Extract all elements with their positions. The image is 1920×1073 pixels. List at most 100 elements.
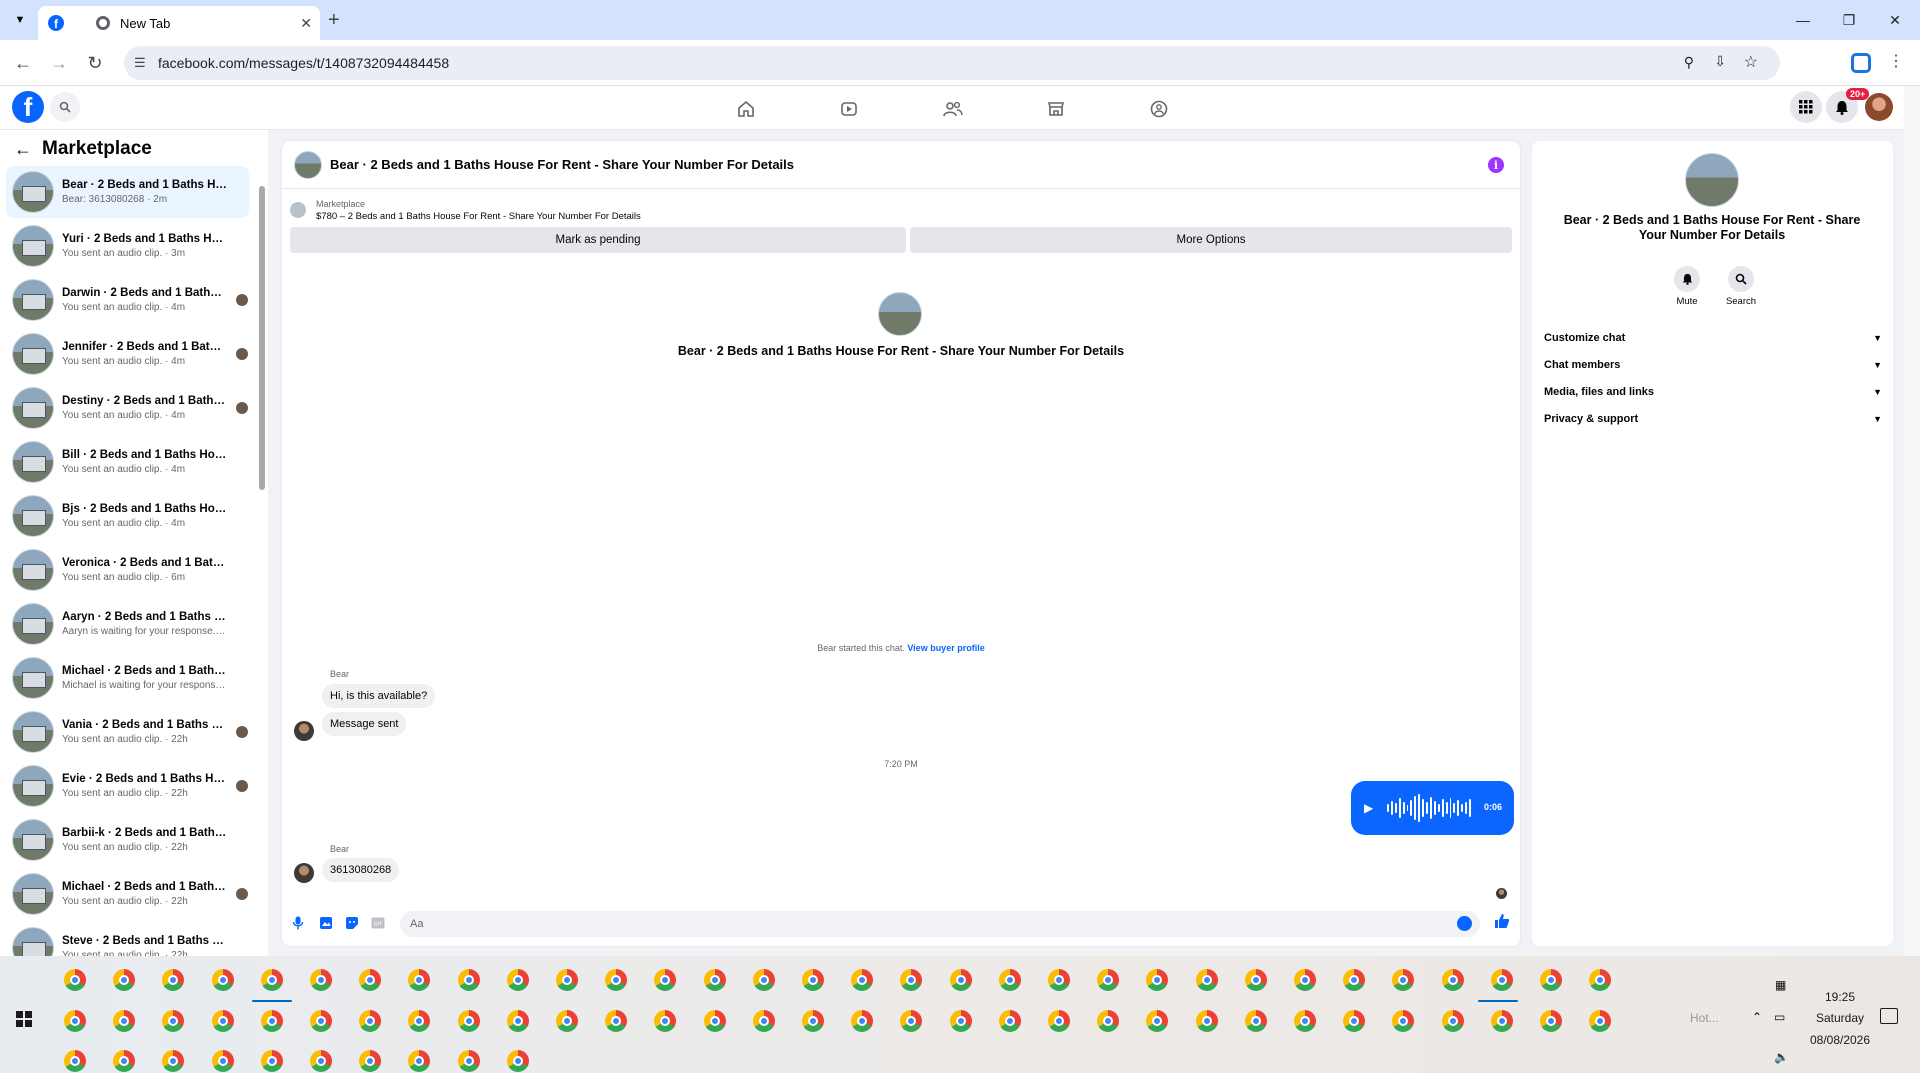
chrome-taskbar-icon[interactable] [457, 1050, 480, 1072]
chrome-taskbar-icon[interactable] [556, 969, 578, 991]
chrome-taskbar-icon[interactable] [752, 969, 775, 991]
chrome-taskbar-icon[interactable] [113, 969, 136, 991]
chrome-taskbar-icon[interactable] [211, 969, 234, 991]
windows-start-icon[interactable] [16, 1011, 32, 1027]
chrome-taskbar-icon[interactable] [1294, 1010, 1316, 1032]
chrome-taskbar-icon[interactable] [1195, 969, 1218, 991]
chrome-taskbar-icon[interactable] [64, 969, 86, 991]
chrome-taskbar-icon[interactable] [605, 969, 628, 991]
forward-icon[interactable]: → [44, 48, 74, 78]
microphone-icon[interactable] [290, 915, 306, 931]
chrome-taskbar-icon[interactable] [457, 969, 480, 991]
chrome-taskbar-icon[interactable] [802, 1010, 824, 1032]
clock-time[interactable]: 19:25 [1800, 990, 1880, 1004]
conversation-item[interactable]: Darwin · 2 Beds and 1 Baths House For Re… [6, 274, 249, 326]
more-options-button[interactable]: More Options [910, 227, 1512, 253]
menu-grid-icon[interactable] [1790, 91, 1822, 123]
conversation-item[interactable]: Vania · 2 Beds and 1 Baths House For Ren… [6, 706, 249, 758]
chrome-taskbar-icon[interactable] [654, 969, 677, 991]
chrome-taskbar-icon[interactable] [1540, 969, 1562, 991]
facebook-logo[interactable]: f [12, 91, 44, 123]
chrome-taskbar-icon[interactable] [1097, 1010, 1120, 1032]
chrome-taskbar-icon[interactable] [703, 969, 726, 991]
conversation-item[interactable]: Bill · 2 Beds and 1 Baths House For Rent… [6, 436, 249, 488]
chrome-taskbar-icon[interactable] [1048, 1010, 1070, 1032]
message-bubble[interactable]: 3613080268 [322, 858, 400, 882]
chrome-taskbar-icon[interactable] [359, 1050, 382, 1072]
chrome-taskbar-icon[interactable] [1441, 969, 1464, 991]
marketplace-icon[interactable] [1045, 98, 1067, 120]
chrome-taskbar-icon[interactable] [260, 1010, 283, 1032]
chrome-taskbar-icon[interactable] [998, 1010, 1021, 1032]
tab-new-tab[interactable]: New Tab ✕ [86, 6, 322, 40]
task-view-icon[interactable]: ▦ [1775, 978, 1786, 992]
chrome-taskbar-icon[interactable] [408, 1050, 431, 1072]
chrome-taskbar-icon[interactable] [556, 1010, 578, 1032]
chrome-taskbar-icon[interactable] [1146, 969, 1169, 991]
conversation-item[interactable]: Michael · 2 Beds and 1 Baths House For R… [6, 652, 249, 704]
chrome-taskbar-icon[interactable] [359, 1010, 382, 1032]
info-avatar[interactable] [1685, 153, 1739, 207]
conversation-item[interactable]: Barbii-k · 2 Beds and 1 Baths House For … [6, 814, 249, 866]
install-icon[interactable]: ⇩ [1714, 53, 1726, 70]
info-icon[interactable]: i [1488, 157, 1504, 173]
chrome-taskbar-icon[interactable] [802, 969, 824, 991]
conversation-item[interactable]: Yuri · 2 Beds and 1 Baths House For Rent… [6, 220, 249, 272]
conversation-item[interactable]: Veronica · 2 Beds and 1 Baths House For … [6, 544, 249, 596]
close-tab-icon[interactable]: ✕ [300, 15, 312, 32]
audio-message[interactable]: ▶ 0:06 [1351, 781, 1514, 835]
chrome-taskbar-icon[interactable] [1441, 1010, 1464, 1032]
chrome-taskbar-icon[interactable] [949, 1010, 972, 1032]
site-info-icon[interactable]: ☰ [134, 55, 146, 71]
chrome-taskbar-icon[interactable] [1589, 1010, 1612, 1032]
chrome-taskbar-icon[interactable] [310, 969, 332, 991]
chrome-taskbar-icon[interactable] [113, 1050, 136, 1072]
chrome-taskbar-icon[interactable] [1244, 969, 1267, 991]
message-bubble[interactable]: Hi, is this available? [322, 684, 436, 708]
chrome-taskbar-icon[interactable] [752, 1010, 775, 1032]
chrome-taskbar-icon[interactable] [851, 1010, 874, 1032]
restore-button[interactable]: ❐ [1826, 0, 1872, 40]
address-bar[interactable]: ☰ facebook.com/messages/t/14087320944844… [124, 46, 1780, 80]
show-hidden-icons-icon[interactable]: ⌃ [1752, 1010, 1762, 1024]
network-icon[interactable]: ▭ [1774, 1010, 1785, 1024]
chrome-taskbar-icon[interactable] [1343, 969, 1366, 991]
chrome-taskbar-icon[interactable] [1146, 1010, 1169, 1032]
chrome-taskbar-icon[interactable] [900, 1010, 923, 1032]
profile-icon[interactable] [1851, 53, 1871, 73]
chrome-taskbar-icon[interactable] [162, 1010, 185, 1032]
message-input[interactable]: Aa [400, 911, 1480, 937]
gif-icon[interactable]: GIF [370, 915, 386, 931]
chrome-taskbar-icon[interactable] [1294, 969, 1316, 991]
message-bubble[interactable]: Message sent [322, 712, 407, 736]
conversation-item[interactable]: Michael · 2 Beds and 1 Baths House For R… [6, 868, 249, 920]
minimize-button[interactable]: — [1780, 0, 1826, 40]
video-icon[interactable] [838, 98, 860, 120]
sticker-icon[interactable] [344, 915, 360, 931]
volume-icon[interactable]: 🔈 [1774, 1050, 1789, 1064]
scrollbar-thumb[interactable] [259, 186, 265, 490]
conversation-item[interactable]: Bjs · 2 Beds and 1 Baths House For Rent Y… [6, 490, 249, 542]
tab-search-button[interactable]: ▼ [8, 8, 32, 32]
chat-members-row[interactable]: Chat members ▼ [1544, 355, 1882, 375]
chrome-taskbar-icon[interactable] [260, 1050, 283, 1072]
search-icon[interactable] [50, 92, 80, 122]
chrome-taskbar-icon[interactable] [113, 1010, 136, 1032]
chrome-taskbar-icon[interactable] [1589, 969, 1612, 991]
conversation-item[interactable]: Evie · 2 Beds and 1 Baths House For Rent… [6, 760, 249, 812]
photo-icon[interactable] [318, 915, 334, 931]
chrome-taskbar-icon[interactable] [1195, 1010, 1218, 1032]
clock-date[interactable]: 08/08/2026 [1800, 1033, 1880, 1047]
friends-icon[interactable] [942, 98, 964, 120]
listing-banner[interactable]: Marketplace $780 – 2 Beds and 1 Baths Ho… [290, 195, 1512, 225]
chrome-taskbar-icon[interactable] [1097, 969, 1120, 991]
chrome-taskbar-icon[interactable] [654, 1010, 677, 1032]
chrome-taskbar-icon[interactable] [310, 1010, 332, 1032]
chrome-taskbar-icon[interactable] [506, 1010, 529, 1032]
chrome-taskbar-icon[interactable] [64, 1010, 86, 1032]
conversation-item[interactable]: Jennifer · 2 Beds and 1 Baths House For … [6, 328, 249, 380]
search-button[interactable]: Search [1714, 266, 1768, 307]
clock-day[interactable]: Saturday [1800, 1011, 1880, 1025]
conversation-item[interactable]: Aaryn · 2 Beds and 1 Baths House For Ren… [6, 598, 249, 650]
chrome-taskbar-icon[interactable] [703, 1010, 726, 1032]
